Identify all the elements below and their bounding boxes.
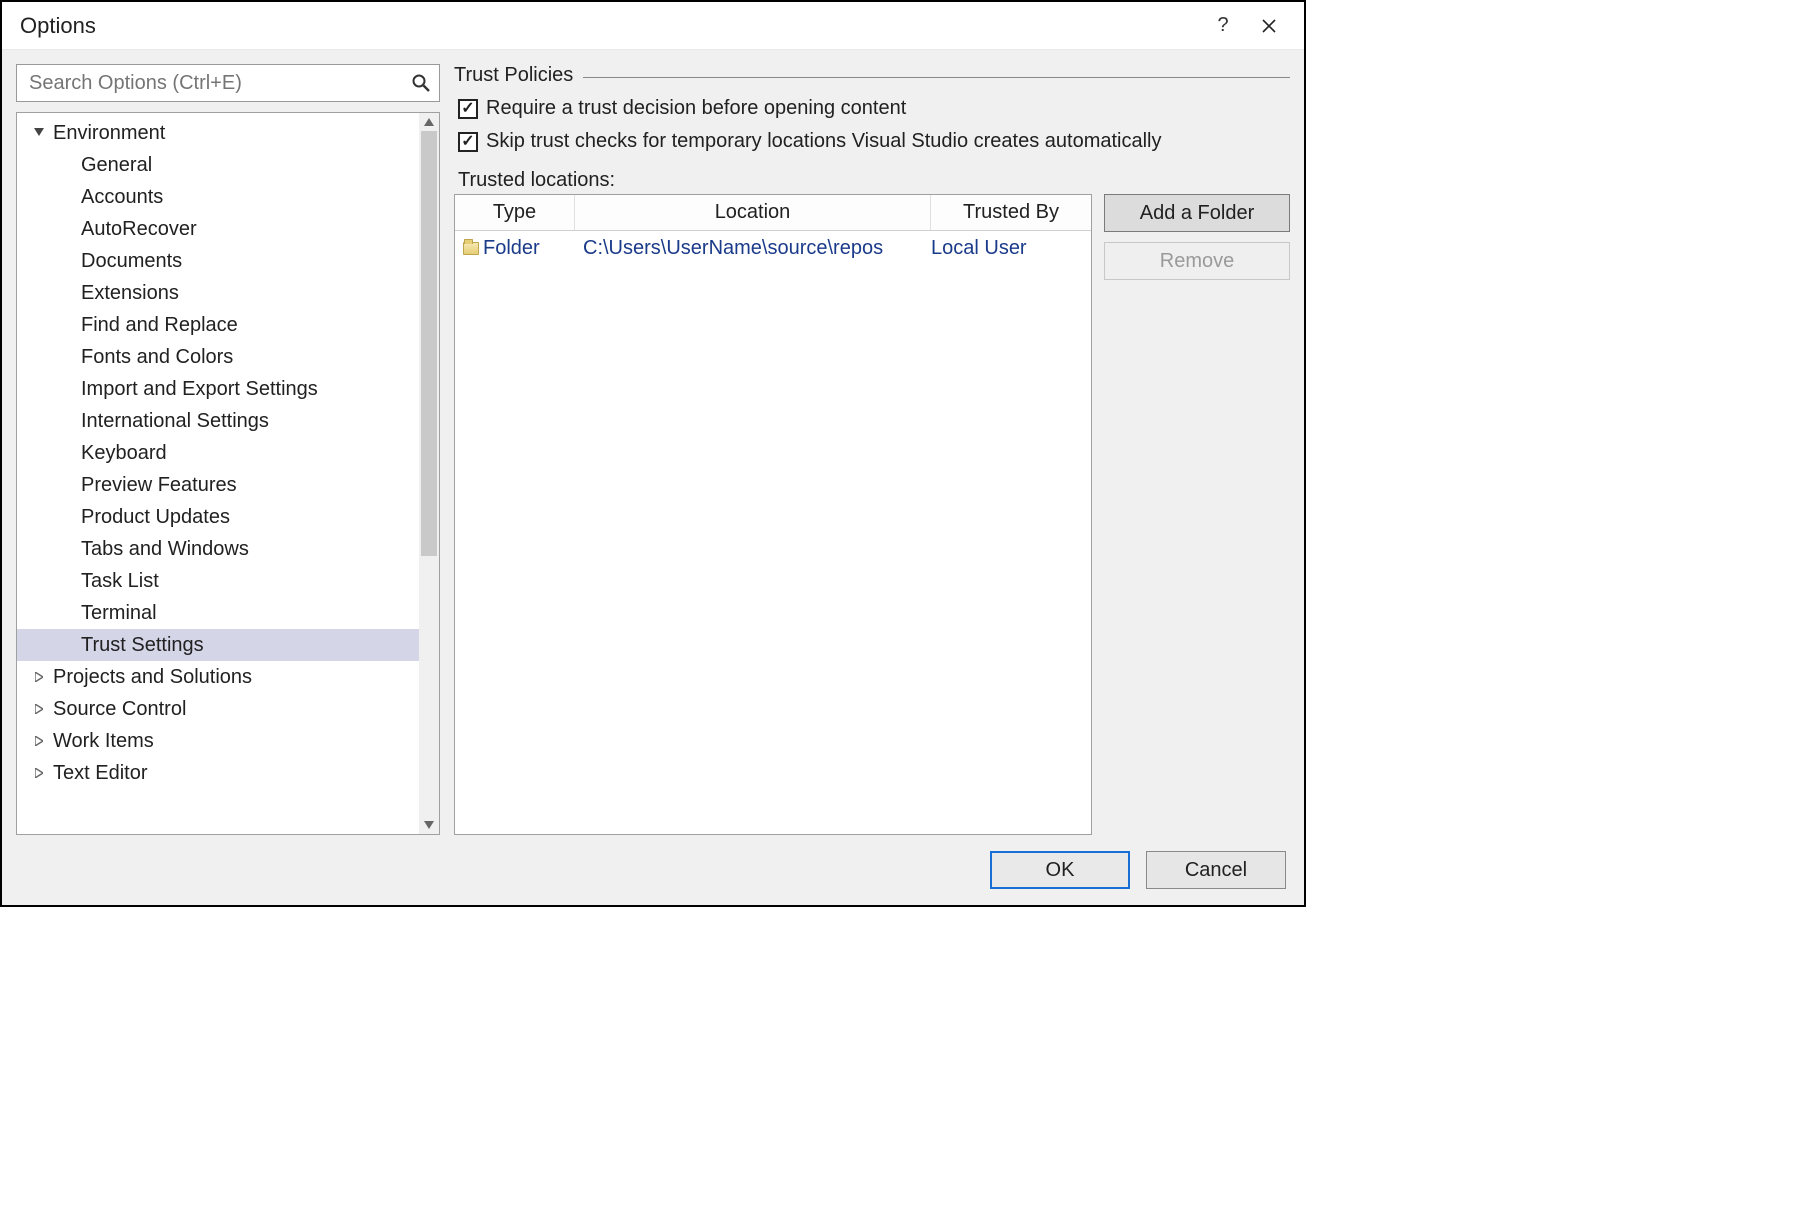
cancel-button[interactable]: Cancel [1146, 851, 1286, 889]
add-folder-button[interactable]: Add a Folder [1104, 194, 1290, 232]
tree-label: Accounts [81, 186, 163, 209]
chevron-right-icon [31, 768, 47, 778]
tree-node-text-editor[interactable]: Text Editor [17, 757, 419, 789]
tree-node-preview-features[interactable]: Preview Features [17, 469, 419, 501]
checkbox-label: Require a trust decision before opening … [486, 97, 906, 120]
tree-label: Task List [81, 570, 159, 593]
tree-node-product-updates[interactable]: Product Updates [17, 501, 419, 533]
folder-icon [463, 242, 479, 255]
tree-node-tabs-and-windows[interactable]: Tabs and Windows [17, 533, 419, 565]
tree-node-import-export-settings[interactable]: Import and Export Settings [17, 373, 419, 405]
tree-node-work-items[interactable]: Work Items [17, 725, 419, 757]
trusted-locations-label: Trusted locations: [458, 169, 1290, 192]
divider [583, 77, 1290, 78]
checkbox-require-trust-decision[interactable]: Require a trust decision before opening … [458, 97, 1290, 120]
tree-label: AutoRecover [81, 218, 197, 241]
tree-label: General [81, 154, 152, 177]
search-icon [411, 73, 431, 93]
tree-label: Environment [53, 122, 165, 145]
cell-type: Folder [483, 237, 540, 260]
checkbox-label: Skip trust checks for temporary location… [486, 130, 1162, 153]
tree-node-terminal[interactable]: Terminal [17, 597, 419, 629]
tree-label: Terminal [81, 602, 157, 625]
tree-label: Work Items [53, 730, 154, 753]
tree-label: Trust Settings [81, 634, 204, 657]
grid-row[interactable]: Folder C:\Users\UserName\source\repos Lo… [455, 231, 1091, 266]
tree-label: Text Editor [53, 762, 147, 785]
tree-node-environment[interactable]: Environment [17, 117, 419, 149]
chevron-down-icon [31, 128, 47, 138]
tree-node-projects-and-solutions[interactable]: Projects and Solutions [17, 661, 419, 693]
tree-node-accounts[interactable]: Accounts [17, 181, 419, 213]
options-dialog: Options ? Environment [0, 0, 1306, 907]
tree-label: Fonts and Colors [81, 346, 233, 369]
tree-label: Extensions [81, 282, 179, 305]
tree-node-international-settings[interactable]: International Settings [17, 405, 419, 437]
group-header-trust-policies: Trust Policies [454, 64, 1290, 87]
tree-label: Import and Export Settings [81, 378, 318, 401]
tree-label: Documents [81, 250, 182, 273]
tree-node-trust-settings[interactable]: Trust Settings [17, 629, 419, 661]
search-input[interactable] [27, 71, 411, 96]
tree-node-task-list[interactable]: Task List [17, 565, 419, 597]
close-icon [1262, 19, 1276, 33]
col-header-trusted-by[interactable]: Trusted By [931, 195, 1091, 230]
col-header-location[interactable]: Location [575, 195, 931, 230]
tree-label: Projects and Solutions [53, 666, 252, 689]
options-tree[interactable]: Environment General Accounts AutoRecover… [17, 113, 419, 834]
checkbox-icon [458, 132, 478, 152]
scroll-down-icon[interactable] [419, 816, 439, 834]
checkbox-skip-temp-trust-checks[interactable]: Skip trust checks for temporary location… [458, 130, 1290, 153]
cell-trusted-by: Local User [931, 237, 1083, 260]
window-title: Options [20, 13, 96, 39]
tree-label: Find and Replace [81, 314, 238, 337]
tree-label: Source Control [53, 698, 186, 721]
search-options[interactable] [16, 64, 440, 102]
grid-header: Type Location Trusted By [455, 195, 1091, 231]
ok-button[interactable]: OK [990, 851, 1130, 889]
tree-node-fonts-and-colors[interactable]: Fonts and Colors [17, 341, 419, 373]
tree-label: Tabs and Windows [81, 538, 249, 561]
chevron-right-icon [31, 672, 47, 682]
tree-node-autorecover[interactable]: AutoRecover [17, 213, 419, 245]
cell-location: C:\Users\UserName\source\repos [575, 237, 931, 260]
tree-label: Keyboard [81, 442, 167, 465]
checkbox-icon [458, 99, 478, 119]
close-button[interactable] [1246, 3, 1292, 49]
tree-label: International Settings [81, 410, 269, 433]
tree-node-extensions[interactable]: Extensions [17, 277, 419, 309]
tree-node-general[interactable]: General [17, 149, 419, 181]
tree-scrollbar[interactable] [419, 113, 439, 834]
scroll-track[interactable] [419, 131, 439, 816]
group-title: Trust Policies [454, 64, 573, 87]
titlebar: Options ? [2, 2, 1304, 50]
col-header-type[interactable]: Type [455, 195, 575, 230]
dialog-footer: OK Cancel [2, 835, 1304, 905]
tree-node-documents[interactable]: Documents [17, 245, 419, 277]
tree-node-keyboard[interactable]: Keyboard [17, 437, 419, 469]
tree-label: Preview Features [81, 474, 237, 497]
tree-label: Product Updates [81, 506, 230, 529]
scroll-up-icon[interactable] [419, 113, 439, 131]
chevron-right-icon [31, 704, 47, 714]
scroll-thumb[interactable] [421, 131, 437, 556]
trusted-locations-grid[interactable]: Type Location Trusted By Folder C:\Users… [454, 194, 1092, 835]
help-button[interactable]: ? [1200, 3, 1246, 49]
remove-button: Remove [1104, 242, 1290, 280]
tree-node-find-and-replace[interactable]: Find and Replace [17, 309, 419, 341]
chevron-right-icon [31, 736, 47, 746]
tree-node-source-control[interactable]: Source Control [17, 693, 419, 725]
